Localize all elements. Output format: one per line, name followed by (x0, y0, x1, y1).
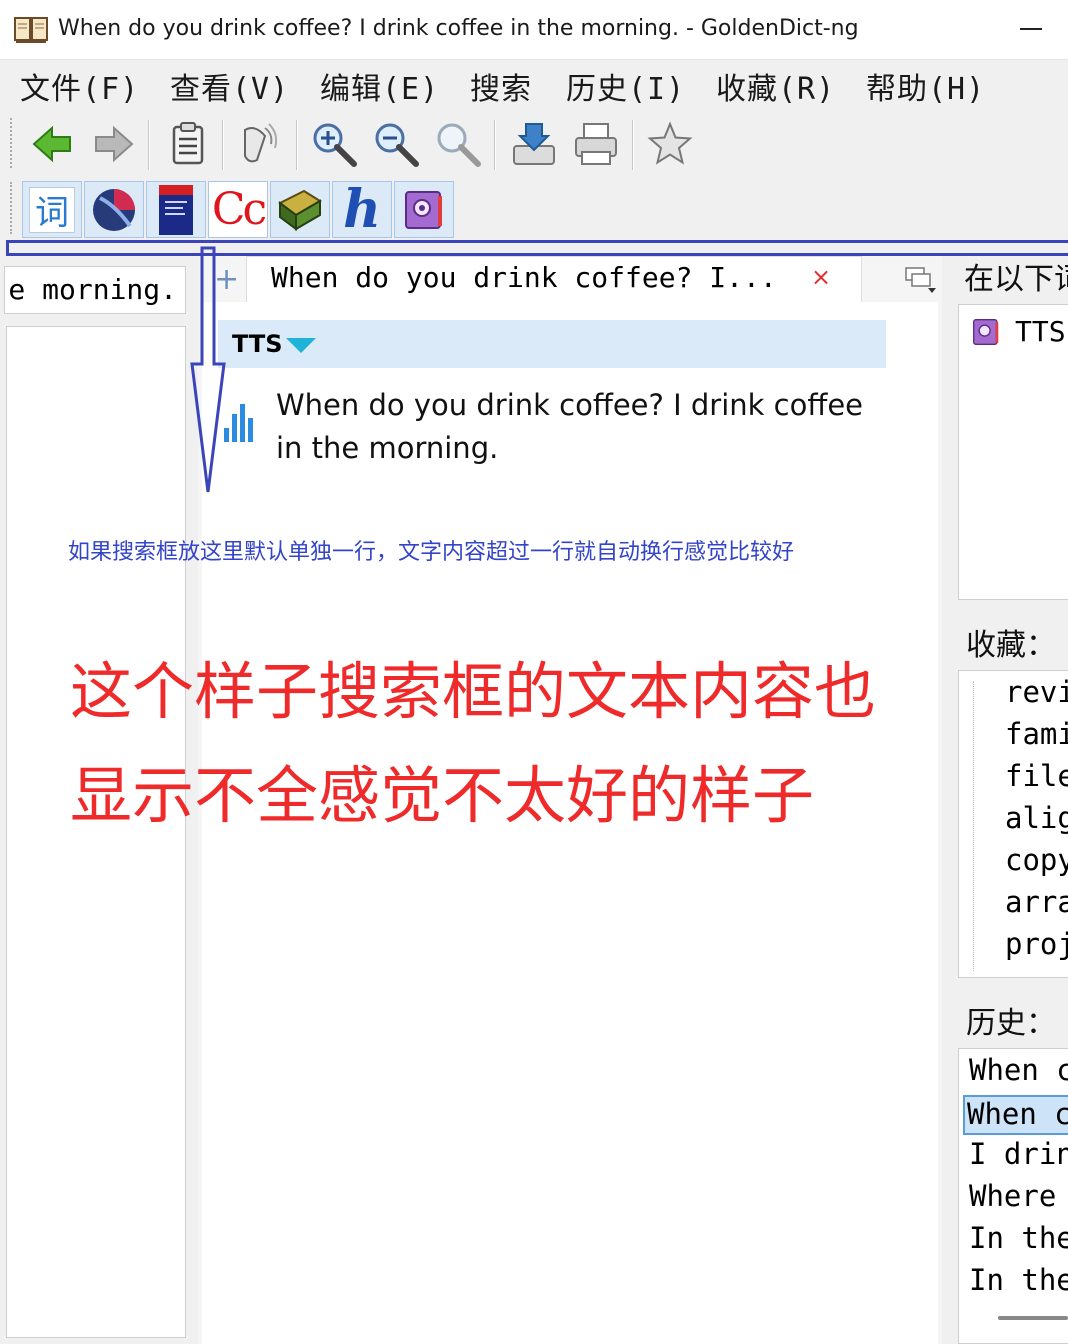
list-item[interactable]: I drin (967, 1137, 1068, 1177)
menu-edit[interactable]: 编辑(E) (320, 64, 439, 108)
pronounce-icon (244, 123, 278, 163)
save-icon (513, 123, 555, 165)
dictionary-button-book-cover[interactable] (146, 181, 206, 238)
back-button[interactable] (26, 118, 78, 170)
zoom-reset-button[interactable] (432, 118, 484, 170)
window-title: When do you drink coffee? I drink coffee… (58, 16, 859, 41)
found-in-dictionaries-list[interactable]: TTS (958, 304, 1068, 600)
list-item[interactable]: In the (967, 1263, 1068, 1303)
annotation-arrow (190, 246, 226, 493)
zoom-in-button[interactable] (308, 118, 360, 170)
scan-clipboard-icon (172, 122, 204, 165)
article-definition-text: When do you drink coffee? I drink coffee… (276, 388, 864, 465)
list-item[interactable]: file (1005, 759, 1068, 793)
list-item[interactable]: arra (1005, 885, 1068, 919)
dictionary-button-globe[interactable] (84, 181, 144, 238)
tts-settings-icon (405, 190, 442, 229)
add-favorite-icon (647, 121, 693, 165)
open-book-app-icon (14, 17, 48, 43)
ci-dictionary-label: 词 (35, 193, 69, 233)
favorites-label: 收藏： (966, 628, 1056, 663)
list-item[interactable]: fami (1005, 717, 1068, 751)
dictionary-bar: 词 Cc h (0, 178, 1068, 240)
collins-dictionary-icon: Cc (211, 184, 267, 235)
print-button[interactable] (570, 118, 622, 170)
list-item[interactable]: In the (967, 1221, 1068, 1261)
favorites-list[interactable]: revi fami file alig copy arra proj (958, 670, 1068, 978)
list-item-selected[interactable]: When c (963, 1095, 1068, 1135)
dictionary-button-green-book[interactable] (270, 181, 330, 238)
tab-list-menu-icon[interactable] (904, 264, 938, 294)
menu-file[interactable]: 文件(F) (20, 64, 139, 108)
window-edge (0, 330, 4, 1330)
list-item[interactable]: revi (1005, 675, 1068, 709)
dictionary-button-collins[interactable]: Cc (208, 181, 268, 238)
toolbar-grip[interactable] (10, 118, 14, 168)
dictionary-button-h[interactable]: h (332, 181, 392, 238)
search-input[interactable]: e morning. (4, 266, 186, 314)
add-favorite-button[interactable] (644, 118, 696, 170)
annotation-blue-note: 如果搜索框放这里默认单独一行，文字内容超过一行就自动换行感觉比较好 (68, 540, 795, 565)
annotation-highlight-box (6, 240, 1068, 256)
annotation-red-note: 这个样子搜索框的文本内容也显示不全感觉不太好的样子 (70, 655, 877, 832)
zoom-out-button[interactable] (370, 118, 422, 170)
article-dictionary-name: TTS (232, 330, 283, 358)
dictionary-button-ci[interactable]: 词 (22, 181, 82, 238)
green-book-dictionary-icon (278, 189, 322, 231)
forward-button[interactable] (88, 118, 140, 170)
menu-view[interactable]: 查看(V) (170, 64, 289, 108)
menu-help[interactable]: 帮助(H) (866, 64, 985, 108)
history-scrollbar[interactable] (998, 1316, 1068, 1320)
history-label: 历史： (966, 1006, 1056, 1041)
list-item[interactable]: copy (1005, 843, 1068, 877)
tab-article[interactable]: When do you drink coffee? I... × (246, 256, 862, 302)
menu-history[interactable]: 历史(I) (566, 64, 685, 108)
tts-dictionary-icon (973, 318, 999, 345)
back-arrow-icon (32, 125, 71, 163)
list-item[interactable]: proj (1005, 927, 1068, 961)
list-item[interactable]: TTS (971, 315, 1066, 348)
dictionary-button-tts[interactable] (394, 181, 454, 238)
zoom-reset-icon (437, 123, 481, 167)
zoom-in-icon (313, 123, 357, 167)
list-item[interactable]: When c (967, 1053, 1068, 1093)
scan-clipboard-button[interactable] (162, 118, 214, 170)
list-item[interactable]: Where (967, 1179, 1068, 1219)
dictionary-bar-grip[interactable] (10, 182, 14, 234)
found-in-dictionaries-label: 在以下词 (964, 262, 1068, 297)
print-icon (575, 123, 617, 165)
book-cover-dictionary-icon (159, 184, 193, 235)
menu-search[interactable]: 搜索 (470, 64, 532, 108)
minimize-button[interactable] (1020, 28, 1042, 30)
navigation-toolbar (0, 110, 1068, 176)
collapse-triangle-icon[interactable] (286, 338, 316, 353)
pronounce-button[interactable] (232, 118, 284, 170)
save-button[interactable] (508, 118, 560, 170)
tab-close-button[interactable]: × (811, 263, 831, 291)
ci-dictionary-icon: 词 (29, 186, 75, 233)
history-list[interactable]: When c When c I drin Where In the In the (958, 1048, 1068, 1344)
search-input-text: e morning. (8, 273, 177, 306)
globe-dictionary-icon (93, 188, 135, 231)
menu-favorites[interactable]: 收藏(R) (716, 64, 835, 108)
found-item-label: TTS (1015, 315, 1066, 348)
title-bar: When do you drink coffee? I drink coffee… (0, 0, 1068, 60)
zoom-out-icon (375, 123, 419, 167)
article-dictionary-header[interactable]: TTS (218, 320, 886, 368)
forward-arrow-icon (95, 125, 134, 163)
tab-label: When do you drink coffee? I... (271, 261, 777, 294)
h-dictionary-icon: h (343, 181, 381, 238)
list-item[interactable]: alig (1005, 801, 1068, 835)
menu-bar: 文件(F) 查看(V) 编辑(E) 搜索 历史(I) 收藏(R) 帮助(H) (0, 60, 1068, 108)
